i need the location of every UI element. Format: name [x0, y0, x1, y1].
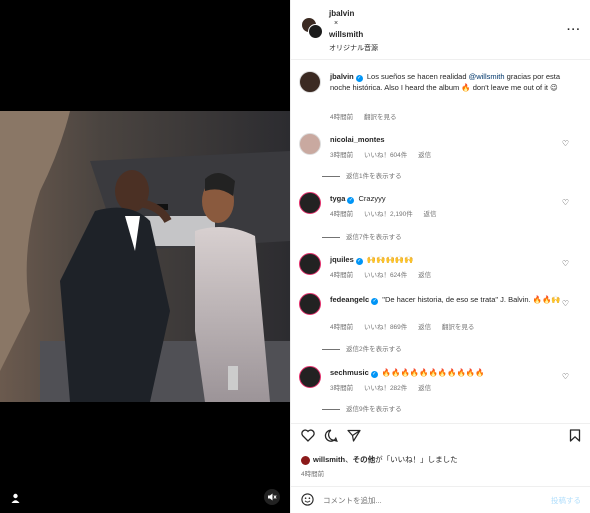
comments-list: jbalvin ✓ Los sueños se hacen realidad @w…	[291, 61, 590, 423]
muted-icon[interactable]	[264, 489, 280, 505]
verified-badge-icon: ✓	[355, 75, 363, 82]
video-frame-illustration	[0, 111, 290, 402]
verified-badge-icon: ✓	[370, 371, 378, 378]
reply-button[interactable]: 返信	[418, 385, 431, 392]
comment-username[interactable]: nicolai_montes	[330, 135, 385, 144]
liked-by-others-link[interactable]: その他	[353, 455, 376, 464]
comment-username[interactable]: fedeangelc	[330, 295, 369, 304]
media-pane	[0, 0, 290, 513]
comment-likes-count[interactable]: いいね！604件	[364, 152, 407, 159]
post-comment-button[interactable]: 投稿する	[551, 495, 581, 506]
reply-button[interactable]: 返信	[418, 272, 431, 279]
see-translation-button[interactable]: 翻訳を見る	[364, 114, 397, 121]
view-replies-button[interactable]: 返信2件を表示する	[322, 343, 402, 353]
avatar[interactable]	[299, 253, 321, 275]
see-translation-button[interactable]: 翻訳を見る	[442, 324, 475, 331]
comment-icon[interactable]	[324, 429, 338, 445]
collab-avatars[interactable]	[301, 17, 323, 39]
comment-username[interactable]: sechmusic	[330, 368, 369, 377]
caption-mention-link[interactable]: @willsmith	[469, 72, 505, 81]
avatar[interactable]	[299, 192, 321, 214]
reply-button[interactable]: 返信	[418, 324, 431, 331]
post-time[interactable]: 4時間前	[301, 468, 324, 478]
liked-by-summary[interactable]: willsmith、その他が「いいね！」しました	[301, 454, 458, 465]
user-tag-icon[interactable]	[8, 491, 22, 505]
heart-icon[interactable]: ♡	[562, 372, 569, 381]
comment-time[interactable]: 4時間前	[330, 272, 353, 279]
comment-likes-count[interactable]: いいね！624件	[364, 272, 407, 279]
audio-link[interactable]: オリジナル音源	[329, 43, 378, 53]
comment-time[interactable]: 4時間前	[330, 211, 353, 218]
post-video[interactable]	[0, 111, 290, 402]
comment-text: 🔥🔥🔥🔥🔥🔥🔥🔥🔥🔥🔥	[381, 368, 485, 377]
avatar[interactable]	[299, 133, 321, 155]
post-detail-pane: jbalvin × willsmith オリジナル音源 ··· jbalvin ✓…	[290, 0, 590, 513]
comment-input[interactable]	[323, 493, 523, 507]
heart-icon[interactable]: ♡	[562, 299, 569, 308]
liked-by-username[interactable]: willsmith	[313, 455, 345, 464]
reply-button[interactable]: 返信	[418, 152, 431, 159]
comment-time[interactable]: 3時間前	[330, 385, 353, 392]
post-dialog: jbalvin × willsmith オリジナル音源 ··· jbalvin ✓…	[0, 0, 590, 513]
author-username-link[interactable]: jbalvin	[329, 9, 354, 18]
post-actions: willsmith、その他が「いいね！」しました 4時間前 投稿する	[291, 423, 590, 513]
comment-username[interactable]: jquiles	[330, 255, 354, 264]
comment-time[interactable]: 4時間前	[330, 324, 353, 331]
collaborator-username-link[interactable]: willsmith	[329, 30, 363, 39]
collab-separator: ×	[334, 20, 339, 27]
comment-text: "De hacer historia, de eso se trata" J. …	[382, 295, 561, 304]
emoji-icon[interactable]	[301, 493, 314, 509]
liked-by-separator: 、	[345, 455, 353, 464]
comment-likes-count[interactable]: いいね！2,190件	[364, 211, 413, 218]
verified-badge-icon: ✓	[355, 258, 363, 265]
view-replies-button[interactable]: 返信9件を表示する	[322, 403, 402, 413]
comment-text: 🙌🙌🙌🙌🙌	[366, 255, 414, 264]
liked-by-suffix: が「いいね！」しました	[375, 455, 458, 464]
heart-icon[interactable]: ♡	[562, 139, 569, 148]
comment-likes-count[interactable]: いいね！282件	[364, 385, 407, 392]
verified-badge-icon: ✓	[371, 298, 379, 305]
reply-button[interactable]: 返信	[424, 211, 437, 218]
verified-badge-icon: ✓	[347, 197, 355, 204]
comment-username[interactable]: tyga	[330, 194, 345, 203]
view-replies-button[interactable]: 返信7件を表示する	[322, 231, 402, 241]
avatar[interactable]	[299, 71, 321, 93]
share-icon[interactable]	[347, 429, 361, 445]
comment-likes-count[interactable]: いいね！869件	[364, 324, 407, 331]
heart-icon[interactable]: ♡	[562, 198, 569, 207]
post-header: jbalvin × willsmith オリジナル音源 ···	[291, 0, 590, 60]
heart-icon[interactable]	[301, 429, 315, 445]
add-comment-bar: 投稿する	[291, 486, 590, 513]
caption-time[interactable]: 4時間前	[330, 114, 353, 121]
avatar	[308, 24, 323, 39]
avatar[interactable]	[299, 293, 321, 315]
comment-time[interactable]: 3時間前	[330, 152, 353, 159]
heart-icon[interactable]: ♡	[562, 259, 569, 268]
caption-text: Los sueños se hacen realidad	[366, 72, 469, 81]
caption-username[interactable]: jbalvin	[330, 72, 354, 81]
avatar	[301, 455, 310, 465]
view-replies-button[interactable]: 返信1件を表示する	[322, 170, 402, 180]
avatar[interactable]	[299, 366, 321, 388]
bookmark-icon[interactable]	[569, 429, 581, 445]
comment-text: Crazyyy	[358, 194, 386, 203]
more-horizontal-icon[interactable]: ···	[567, 24, 581, 36]
